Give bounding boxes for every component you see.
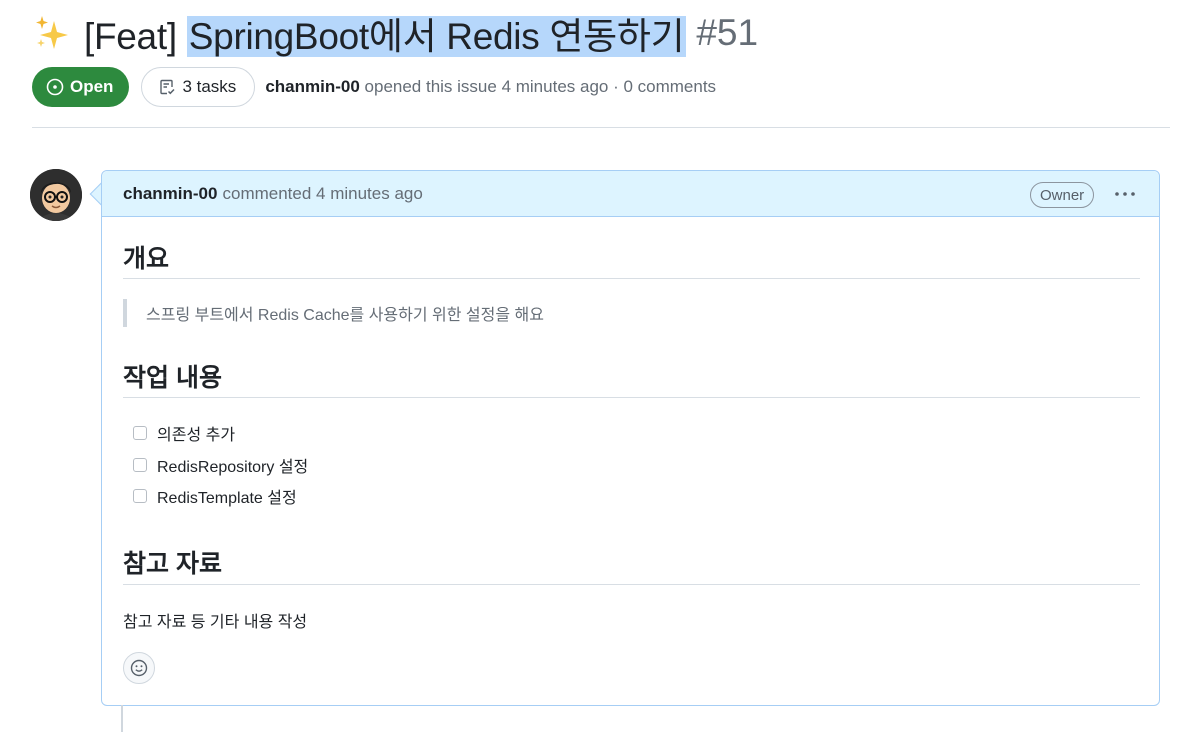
issue-opened-text: opened this issue 4 minutes ago · 0 comm…	[364, 77, 717, 96]
issue-open-icon	[46, 78, 64, 96]
issue-title: [Feat] SpringBoot에서 Redis 연동하기	[84, 6, 687, 60]
issue-meta-row: Open 3 tasks chanmin-00 opened this issu…	[32, 67, 716, 107]
issue-title-prefix: [Feat]	[84, 16, 187, 57]
tasks-progress-label: 3 tasks	[182, 77, 237, 96]
issue-title-selected: SpringBoot에서 Redis 연동하기	[186, 16, 687, 57]
smiley-icon	[130, 659, 148, 677]
add-reaction-button[interactable]	[123, 652, 155, 684]
issue-meta-text: chanmin-00 opened this issue 4 minutes a…	[265, 77, 716, 97]
comment-author-link[interactable]: chanmin-00	[123, 184, 217, 204]
task-item[interactable]: RedisTemplate 설정	[133, 484, 297, 508]
issue-author-link[interactable]: chanmin-00	[265, 77, 359, 96]
task-item[interactable]: RedisRepository 설정	[133, 453, 308, 477]
avatar-image	[30, 169, 82, 221]
task-checkbox[interactable]	[133, 426, 147, 440]
comment-meta[interactable]: commented 4 minutes ago	[222, 184, 422, 204]
overview-rule	[123, 278, 1140, 279]
overview-heading: 개요	[123, 245, 170, 273]
owner-badge: Owner	[1030, 182, 1095, 208]
task-checkbox[interactable]	[133, 458, 147, 472]
comment-header: chanmin-00 commented 4 minutes ago Owner	[102, 171, 1159, 217]
kebab-horizontal-icon[interactable]	[1112, 181, 1138, 207]
task-checkbox[interactable]	[133, 489, 147, 503]
refs-rule	[123, 584, 1140, 585]
overview-blockquote: 스프링 부트에서 Redis Cache를 사용하기 위한 설정을 해요	[123, 299, 544, 327]
checklist-icon	[160, 79, 175, 95]
tasks-progress-button[interactable]: 3 tasks	[141, 67, 256, 107]
task-label: 의존성 추가	[157, 427, 236, 444]
refs-text: 참고 자료 등 기타 내용 작성	[123, 614, 308, 631]
task-label: RedisTemplate 설정	[157, 490, 297, 507]
refs-heading: 참고 자료	[123, 550, 222, 578]
avatar[interactable]	[30, 169, 82, 221]
issue-title-row: [Feat] SpringBoot에서 Redis 연동하기 #51	[32, 8, 758, 58]
issue-state-badge: Open	[32, 67, 130, 107]
task-label: RedisRepository 설정	[157, 459, 309, 476]
sparkles-icon	[36, 16, 68, 49]
issue-state-label: Open	[70, 77, 114, 96]
timeline-line	[121, 705, 123, 732]
issue-number: #51	[696, 12, 759, 53]
tasks-rule	[123, 397, 1140, 398]
header-divider	[32, 127, 1170, 128]
issue-comment: chanmin-00 commented 4 minutes ago Owner…	[101, 170, 1160, 706]
task-item[interactable]: 의존성 추가	[133, 421, 235, 445]
tasks-heading: 작업 내용	[123, 364, 222, 392]
